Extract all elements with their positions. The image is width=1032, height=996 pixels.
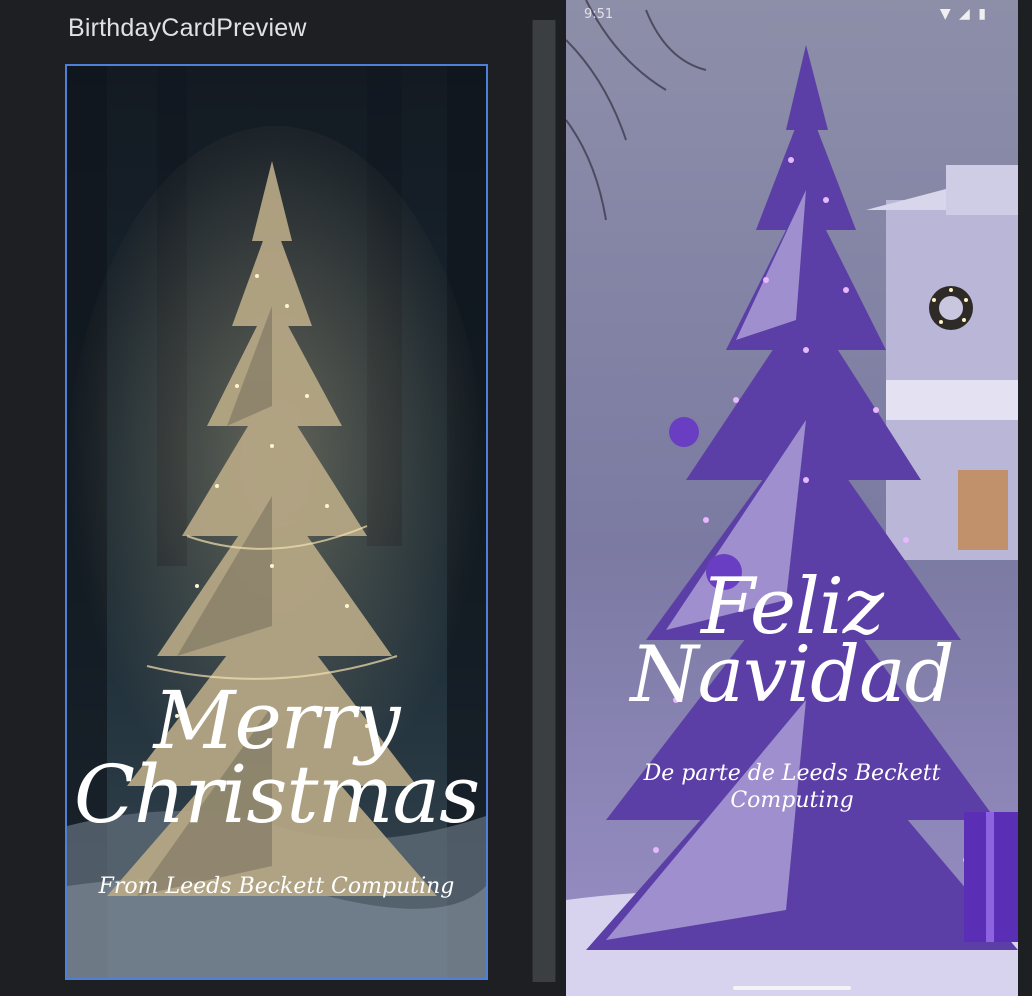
greeting-line-2: Navidad	[630, 630, 954, 720]
home-indicator[interactable]	[733, 986, 851, 990]
signal-icon: ◢	[959, 6, 972, 22]
card-preview-selected[interactable]: Merry Christmas From Leeds Beckett Compu…	[65, 64, 488, 980]
status-time: 9:51	[584, 7, 614, 22]
greeting-headline: Merry Christmas	[67, 674, 486, 841]
purple-tree-image	[566, 0, 1018, 996]
wifi-icon: ▼	[939, 6, 953, 22]
greeting-line-1: Merry	[153, 674, 401, 767]
from-text: From Leeds Beckett Computing	[98, 874, 455, 899]
greeting-line-2: Christmas	[73, 748, 480, 841]
preview-title: BirthdayCardPreview	[68, 14, 307, 42]
device-preview: 9:51 ▼ ◢ ▮ Feliz Navidad De parte de Lee…	[566, 0, 1018, 996]
status-bar: 9:51 ▼ ◢ ▮	[566, 0, 1018, 30]
greeting-headline: Feliz Navidad	[566, 568, 1018, 720]
preview-splitter[interactable]	[532, 20, 556, 982]
christmas-tree-image	[67, 66, 486, 978]
battery-icon: ▮	[978, 6, 988, 22]
from-text: De parte de Leeds Beckett Computing	[643, 761, 941, 813]
